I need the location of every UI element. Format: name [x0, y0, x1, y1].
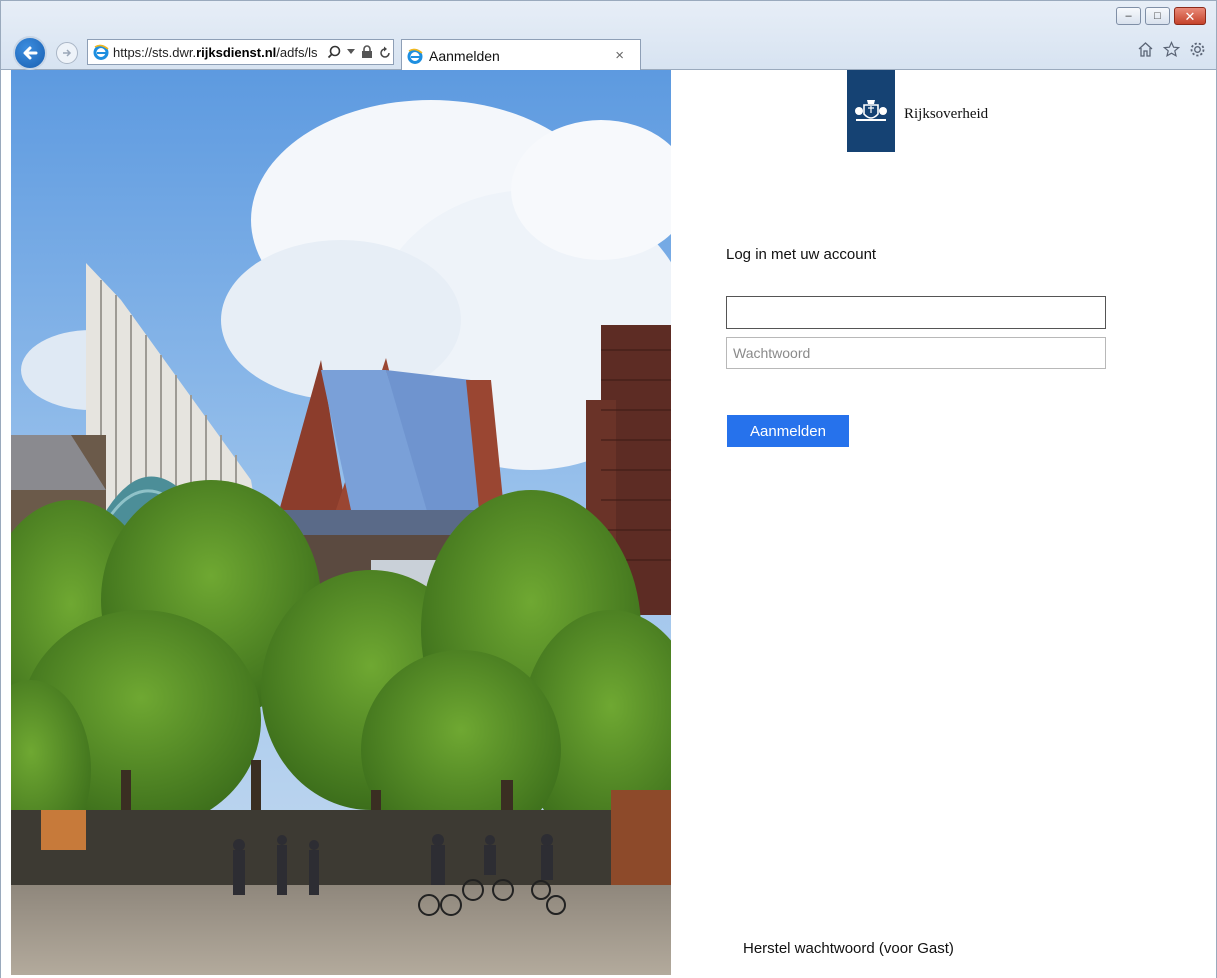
forward-arrow-icon	[63, 49, 72, 57]
address-bar-icons	[327, 45, 391, 59]
home-icon[interactable]	[1137, 41, 1154, 58]
dropdown-arrow-icon[interactable]	[347, 49, 355, 55]
password-input[interactable]	[726, 337, 1106, 369]
tab-title: Aanmelden	[429, 47, 500, 64]
browser-toolbar	[1137, 41, 1206, 58]
reset-password-link[interactable]: Herstel wachtwoord (voor Gast)	[743, 940, 954, 957]
ie-logo-icon	[407, 48, 423, 64]
back-arrow-icon	[23, 46, 38, 60]
login-heading: Log in met uw account	[726, 246, 877, 263]
page-content: Rijksoverheid Log in met uw account Aanm…	[0, 70, 1217, 978]
tab-close-icon[interactable]: ×	[615, 47, 624, 64]
coat-of-arms-icon	[855, 100, 887, 121]
background-photo	[11, 70, 671, 975]
ie-logo-icon	[93, 44, 109, 60]
sign-in-button[interactable]: Aanmelden	[727, 415, 849, 447]
login-pane: Rijksoverheid Log in met uw account Aanm…	[671, 70, 1216, 975]
settings-gear-icon[interactable]	[1189, 41, 1206, 58]
address-bar[interactable]: https://sts.dwr.rijksdienst.nl/adfs/ls	[87, 39, 394, 65]
refresh-icon[interactable]	[379, 46, 391, 59]
back-button[interactable]	[13, 36, 47, 70]
rijksoverheid-logo	[847, 70, 895, 152]
lock-icon[interactable]	[361, 45, 373, 59]
forward-button[interactable]	[56, 42, 78, 64]
tab-aanmelden[interactable]: Aanmelden ×	[401, 39, 641, 71]
logo-text: Rijksoverheid	[904, 106, 989, 122]
address-url: https://sts.dwr.rijksdienst.nl/adfs/ls	[113, 44, 318, 60]
minimize-button[interactable]: –	[1116, 7, 1141, 25]
favorites-star-icon[interactable]	[1163, 41, 1180, 58]
window-controls: – □ ✕	[1116, 7, 1206, 25]
maximize-button[interactable]: □	[1145, 7, 1170, 25]
browser-chrome: – □ ✕ https://sts.dwr.rijksdienst.nl/adf…	[0, 0, 1217, 71]
username-input[interactable]	[726, 296, 1106, 329]
close-window-button[interactable]: ✕	[1174, 7, 1206, 25]
search-icon[interactable]	[327, 45, 341, 59]
